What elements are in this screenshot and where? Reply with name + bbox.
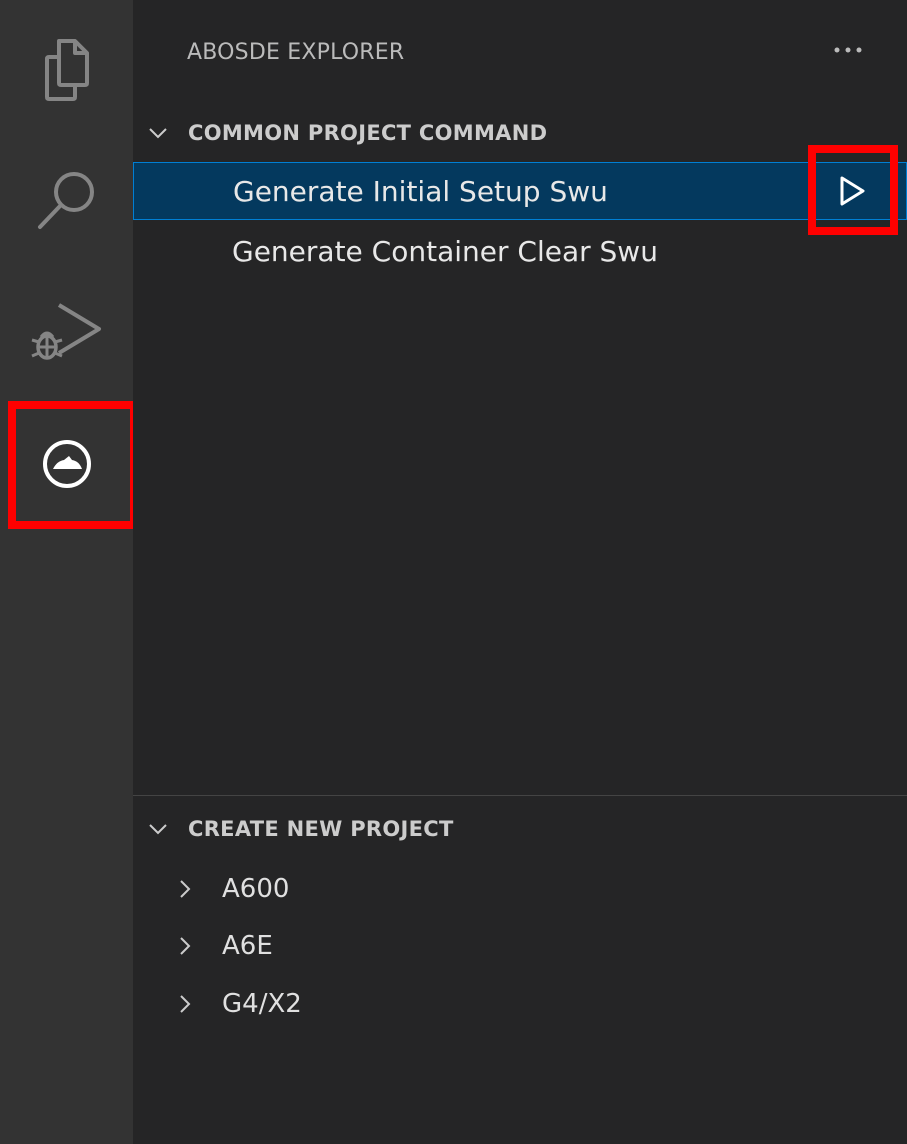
run-debug-icon [30,303,101,360]
section-label: COMMON PROJECT COMMAND [188,121,548,145]
run-debug-activity-button[interactable] [0,280,133,380]
section-header-common-project-command[interactable]: COMMON PROJECT COMMAND [133,113,907,153]
search-activity-button[interactable] [0,150,133,250]
chevron-down-icon [146,817,170,841]
tree-item-generate-container-clear-swu[interactable]: Generate Container Clear Swu [133,222,907,280]
chevron-right-icon [173,992,197,1016]
project-item-label: A600 [222,874,290,904]
section-label: CREATE NEW PROJECT [188,817,454,841]
chevron-right-icon [173,877,197,901]
section-header-create-new-project[interactable]: CREATE NEW PROJECT [133,809,907,849]
files-icon [44,39,89,101]
explorer-title: ABOSDE EXPLORER [187,40,405,65]
tree-item-label: Generate Container Clear Swu [232,234,658,268]
search-icon [37,172,94,229]
section-divider [133,795,907,796]
ellipsis-icon [834,47,862,53]
project-item-a600[interactable]: A600 [133,861,907,917]
project-item-a6e[interactable]: A6E [133,918,907,974]
more-actions-button[interactable] [828,30,868,70]
tree-item-label: Generate Initial Setup Swu [233,174,608,208]
play-icon [840,176,865,206]
project-item-g4-x2[interactable]: G4/X2 [133,976,907,1032]
project-item-label: G4/X2 [222,989,302,1019]
explorer-activity-button[interactable] [0,20,133,120]
run-command-button[interactable] [824,163,880,219]
activity-bar [0,0,138,1144]
chevron-right-icon [173,934,197,958]
vscode-window: ABOSDE EXPLORER COMMON PROJECT COMMAND G… [0,0,907,1144]
side-bar: ABOSDE EXPLORER COMMON PROJECT COMMAND G… [133,0,907,1144]
chevron-down-icon [146,121,170,145]
abosde-activity-button[interactable] [0,414,133,514]
abosde-icon [42,440,91,488]
tree-item-generate-initial-setup-swu[interactable]: Generate Initial Setup Swu [133,162,907,220]
project-item-label: A6E [222,931,273,961]
